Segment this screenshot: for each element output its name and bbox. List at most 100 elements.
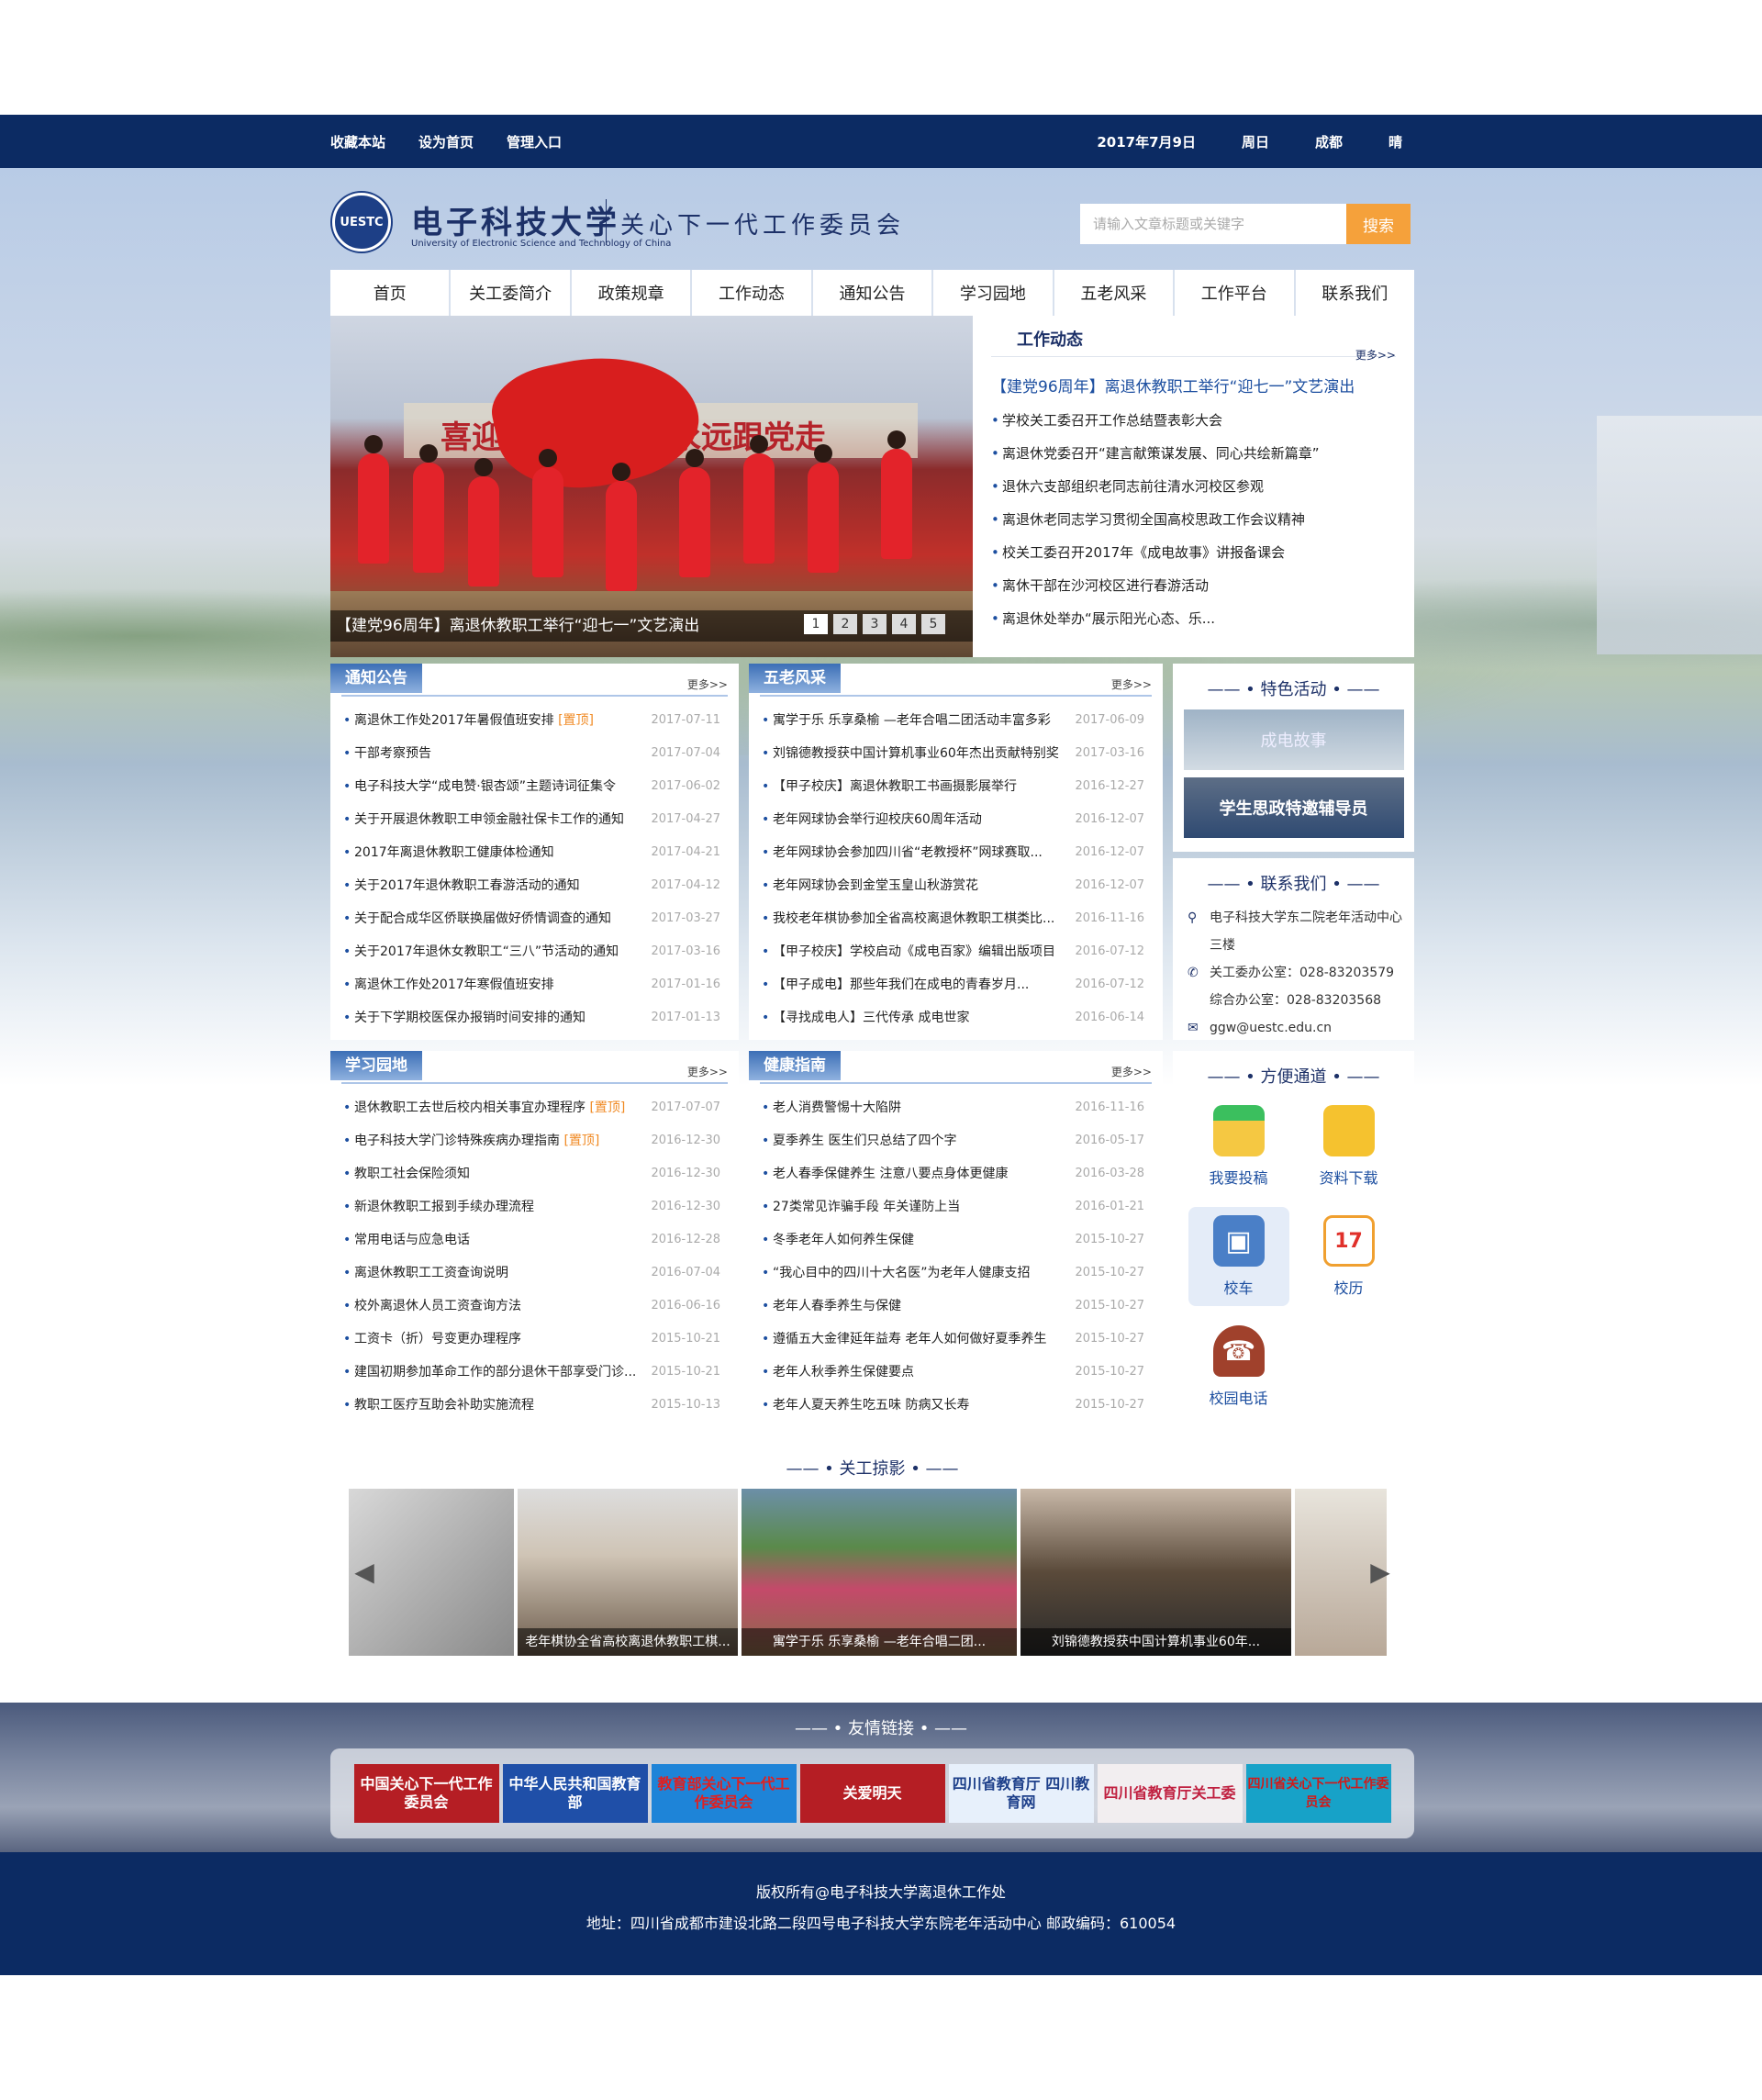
list-item[interactable]: 老人消费警惕十大陷阱 2016-11-16 [760,1091,1152,1124]
notices-more-link[interactable]: 更多>> [687,676,728,692]
search-button[interactable]: 搜索 [1346,204,1411,244]
friend-link-cncwc[interactable]: 中国关心下一代工作委员会 [353,1764,499,1823]
list-item[interactable]: 校外离退休人员工资查询方法 2016-06-16 [341,1290,728,1323]
download-button[interactable]: 资料下载 [1299,1097,1400,1196]
list-item[interactable]: 离退休工作处2017年暑假值班安排 [置顶] 2017-07-11 [341,704,728,737]
nav-about[interactable]: 关工委简介 [451,270,572,316]
list-item[interactable]: 老年人秋季养生保健要点 2015-10-27 [760,1356,1152,1389]
list-item[interactable]: 离退休党委召开“建言献策谋发展、同心共绘新篇章” [991,437,1396,470]
list-item[interactable]: 工资卡（折）号变更办理程序 2015-10-21 [341,1323,728,1356]
friend-link-guanai[interactable]: 关爱明天 [799,1764,945,1823]
list-item-date: 2015-10-13 [651,1398,720,1412]
list-item[interactable]: 教职工社会保险须知 2016-12-30 [341,1157,728,1190]
admin-link[interactable]: 管理入口 [507,132,562,151]
list-item[interactable]: 新退休教职工报到手续办理流程 2016-12-30 [341,1190,728,1223]
list-item[interactable]: 老人春季保健养生 注意八要点身体更健康 2016-03-28 [760,1157,1152,1190]
list-item[interactable]: 【寻找成电人】三代传承 成电世家 2016-06-14 [760,1001,1152,1034]
list-item[interactable]: 冬季老年人如何养生保健 2015-10-27 [760,1223,1152,1257]
study-more-link[interactable]: 更多>> [687,1064,728,1079]
list-item[interactable]: 夏季养生 医生们只总结了四个字 2016-05-17 [760,1124,1152,1157]
list-item[interactable]: 【甲子校庆】离退休教职工书画摄影展举行 2016-12-27 [760,770,1152,803]
nav-work-news[interactable]: 工作动态 [692,270,813,316]
list-item[interactable]: 学校关工委召开工作总结暨表彰大会 [991,404,1396,437]
list-item[interactable]: 【甲子校庆】学校启动《成电百家》编辑出版项目 2016-07-12 [760,935,1152,968]
list-item[interactable]: 【甲子成电】那些年我们在成电的青春岁月... 2016-07-12 [760,968,1152,1001]
featured-counselor-banner[interactable]: 学生思政特邀辅导员 [1183,777,1404,838]
list-item[interactable]: 老年人夏天养生吃五味 防病又长寿 2015-10-27 [760,1389,1152,1422]
gallery-next-arrow-icon[interactable]: ▶ [1366,1551,1394,1592]
list-item[interactable]: 遵循五大金律延年益寿 老年人如何做好夏季养生 2015-10-27 [760,1323,1152,1356]
pinned-badge: [置顶] [558,713,595,728]
nav-home[interactable]: 首页 [330,270,452,316]
nav-policy[interactable]: 政策规章 [572,270,693,316]
list-item[interactable]: 离退休教职工工资查询说明 2016-07-04 [341,1257,728,1290]
school-bus-button[interactable]: ▣ 校车 [1188,1207,1289,1306]
list-item[interactable]: 离退休老同志学习贯彻全国高校思政工作会议精神 [991,503,1396,536]
list-item[interactable]: 退休教职工去世后校内相关事宜办理程序 [置顶] 2017-07-07 [341,1091,728,1124]
work-news-title: 工作动态 更多>> [991,327,1396,362]
list-item[interactable]: 关于2017年退休教职工春游活动的通知 2017-04-12 [341,869,728,902]
school-logo-icon[interactable]: UESTC [332,193,391,251]
list-item[interactable]: 刘锦德教授获中国计算机事业60年杰出贡献特别奖 2017-03-16 [760,737,1152,770]
wulao-more-link[interactable]: 更多>> [1111,676,1152,692]
work-news-panel: 工作动态 更多>> 【建党96周年】离退休教职工举行“迎七一”文艺演出 学校关工… [973,316,1414,657]
friend-link-sc-edu[interactable]: 四川省教育厅 四川教育网 [948,1764,1094,1823]
list-item[interactable]: 关于下学期校医保办报销时间安排的通知 2017-01-13 [341,1001,728,1034]
list-item[interactable]: 老年网球协会举行迎校庆60周年活动 2016-12-07 [760,803,1152,836]
health-more-link[interactable]: 更多>> [1111,1064,1152,1079]
gallery-photo[interactable]: 寓学于乐 乐享桑榆 —老年合唱二团... [742,1489,1017,1656]
friend-link-moe[interactable]: 中华人民共和国教育部 [502,1764,648,1823]
bookmark-link[interactable]: 收藏本站 [330,132,385,151]
list-item[interactable]: 关于2017年退休女教职工“三八”节活动的通知 2017-03-16 [341,935,728,968]
list-item[interactable]: 电子科技大学门诊特殊疾病办理指南 [置顶] 2016-12-30 [341,1124,728,1157]
list-item[interactable]: 教职工医疗互助会补助实施流程 2015-10-13 [341,1389,728,1422]
friend-link-sc-cwc[interactable]: 四川省关心下一代工作委员会 [1245,1764,1391,1823]
friend-link-moe-cwc[interactable]: 教育部关心下一代工作委员会 [651,1764,797,1823]
list-item[interactable]: “我心目中的四川十大名医”为老年人健康支招 2015-10-27 [760,1257,1152,1290]
slider-page-4[interactable]: 4 [892,614,916,634]
headline-slider[interactable]: 喜迎 永远跟党走 【建党96周年】离退休教职工举行“迎七一”文艺演出 1 2 3… [330,316,973,657]
calendar-button[interactable]: 17 校历 [1299,1207,1400,1306]
campus-phone-button[interactable]: ☎ 校园电话 [1188,1317,1289,1416]
list-item[interactable]: 我校老年棋协参加全省高校离退休教职工棋类比... 2016-11-16 [760,902,1152,935]
list-item[interactable]: 老年网球协会参加四川省“老教授杯”网球赛取... 2016-12-07 [760,836,1152,869]
friend-link-sc-edu-cwc[interactable]: 四川省教育厅关工委 [1097,1764,1243,1823]
contact-email[interactable]: ✉ ggw@uestc.edu.cn [1182,1014,1405,1042]
nav-platform[interactable]: 工作平台 [1175,270,1296,316]
gallery-prev-arrow-icon[interactable]: ◀ [351,1551,378,1592]
gallery-photo[interactable]: 刘锦德教授获中国计算机事业60年... [1020,1489,1291,1656]
list-item[interactable]: 干部考察预告 2017-07-04 [341,737,728,770]
nav-wulao[interactable]: 五老风采 [1054,270,1176,316]
nav-contact[interactable]: 联系我们 [1296,270,1414,316]
slider-page-2[interactable]: 2 [833,614,857,634]
slider-page-1[interactable]: 1 [804,614,828,634]
list-item-date: 2017-03-16 [651,944,720,958]
list-item[interactable]: 寓学于乐 乐享桑榆 —老年合唱二团活动丰富多彩 2017-06-09 [760,704,1152,737]
list-item[interactable]: 电子科技大学“成电赞·银杏颂”主题诗词征集令 2017-06-02 [341,770,728,803]
nav-study[interactable]: 学习园地 [933,270,1054,316]
list-item[interactable]: 关于开展退休教职工申领金融社保卡工作的通知 2017-04-27 [341,803,728,836]
list-item[interactable]: 关于配合成华区侨联换届做好侨情调查的通知 2017-03-27 [341,902,728,935]
work-news-more-link[interactable]: 更多>> [1355,347,1396,363]
list-item[interactable]: 2017年离退休教职工健康体检通知 2017-04-21 [341,836,728,869]
slider-page-5[interactable]: 5 [921,614,945,634]
search-input[interactable] [1080,204,1346,244]
list-item-title: 关于配合成华区侨联换届做好侨情调查的通知 [354,911,611,926]
submit-article-button[interactable]: 我要投稿 [1188,1097,1289,1196]
featured-story-banner[interactable]: 成电故事 [1183,709,1404,770]
list-item[interactable]: 校关工委召开2017年《成电故事》讲报备课会 [991,536,1396,569]
work-news-headline[interactable]: 【建党96周年】离退休教职工举行“迎七一”文艺演出 [991,374,1396,397]
list-item[interactable]: 建国初期参加革命工作的部分退休干部享受门诊... 2015-10-21 [341,1356,728,1389]
slider-page-3[interactable]: 3 [863,614,887,634]
list-item[interactable]: 老年网球协会到金堂玉皇山秋游赏花 2016-12-07 [760,869,1152,902]
list-item[interactable]: 27类常见诈骗手段 年关谨防上当 2016-01-21 [760,1190,1152,1223]
list-item[interactable]: 老年人春季养生与保健 2015-10-27 [760,1290,1152,1323]
nav-notices[interactable]: 通知公告 [813,270,934,316]
list-item[interactable]: 离退休工作处2017年寒假值班安排 2017-01-16 [341,968,728,1001]
gallery-photo[interactable]: 老年棋协全省高校离退休教职工棋... [518,1489,738,1656]
set-homepage-link[interactable]: 设为首页 [418,132,474,151]
list-item[interactable]: 离休干部在沙河校区进行春游活动 [991,569,1396,602]
list-item[interactable]: 常用电话与应急电话 2016-12-28 [341,1223,728,1257]
list-item[interactable]: 离退休处举办“展示阳光心态、乐... [991,602,1396,635]
list-item[interactable]: 退休六支部组织老同志前往清水河校区参观 [991,470,1396,503]
